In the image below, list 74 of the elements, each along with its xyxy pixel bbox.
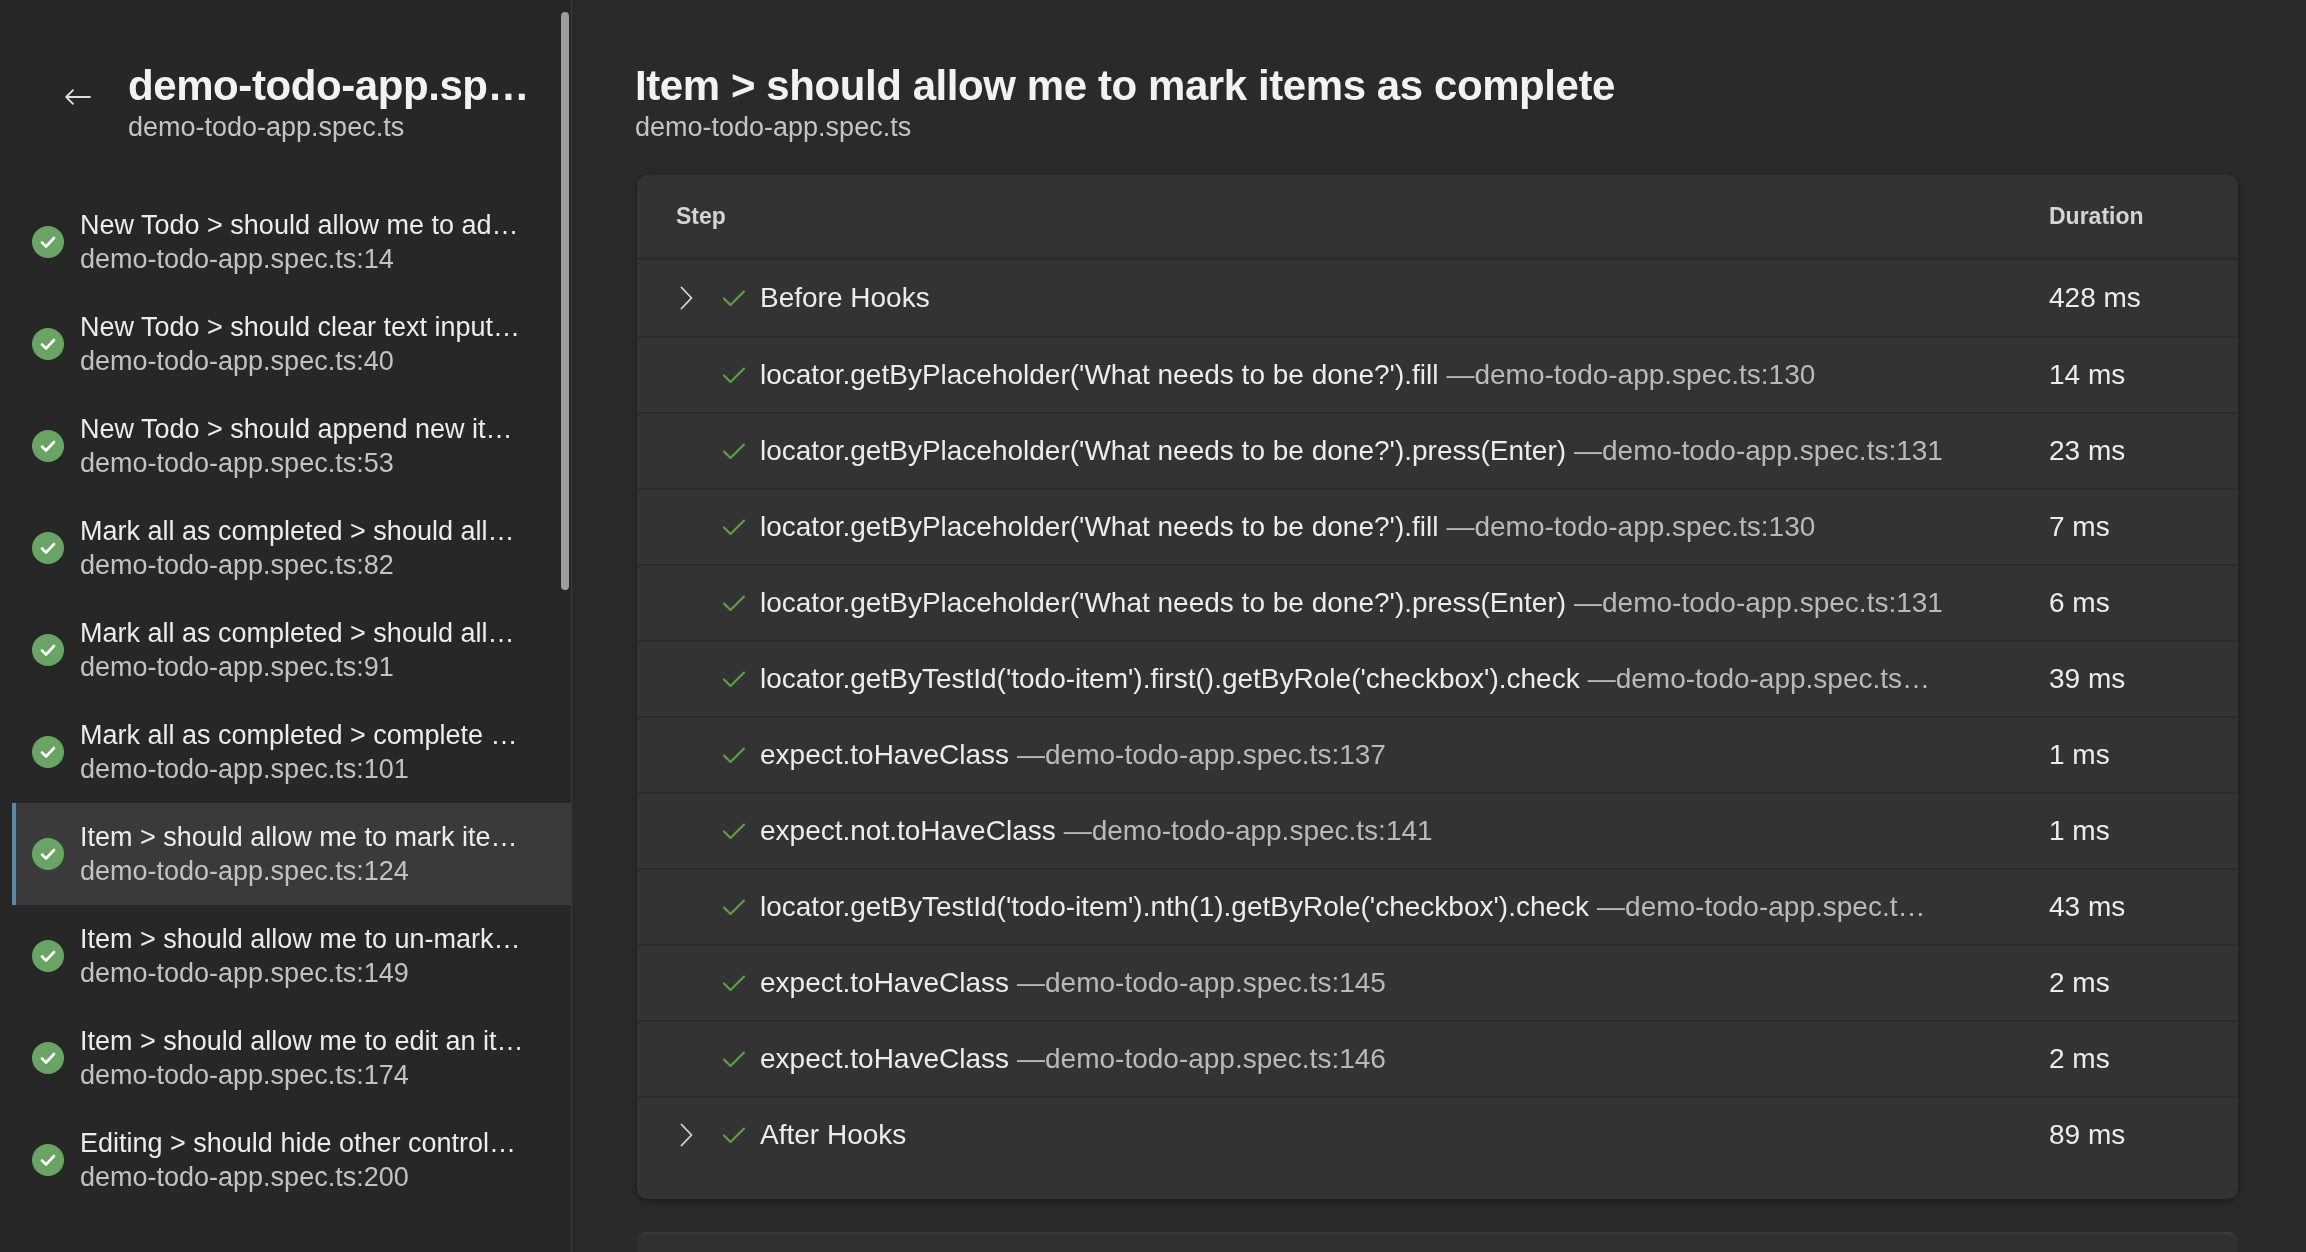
test-location: demo-todo-app.spec.ts:101 bbox=[80, 753, 409, 786]
test-list-item[interactable]: Item > should allow me to un-mark… demo-todo-app.spec.ts:149 bbox=[12, 905, 571, 1007]
duration-value: 1 ms bbox=[2049, 739, 2110, 770]
source-location: —demo-todo-app.spec.ts:137 bbox=[1017, 738, 1386, 772]
step-name: locator.getByPlaceholder('What needs to be done?').fill bbox=[760, 358, 1439, 392]
source-location: —demo-todo-app.spec.ts:130 bbox=[1446, 510, 1816, 544]
test-list-item[interactable]: Mark all as completed > should all… demo-todo-app.spec.ts:91 bbox=[12, 599, 571, 701]
test-name: New Todo > should append new it… bbox=[80, 413, 513, 446]
source-location: —demo-todo-app.spec.t… bbox=[1597, 890, 1926, 924]
chevron-right-icon[interactable] bbox=[680, 286, 693, 310]
source-location: —demo-todo-app.spec.ts:141 bbox=[1063, 814, 1433, 848]
test-location: demo-todo-app.spec.ts:82 bbox=[80, 549, 394, 582]
test-name: Mark all as completed > complete … bbox=[80, 719, 518, 752]
source-location: —demo-todo-app.spec.ts:131 bbox=[1574, 434, 1943, 468]
step-name: locator.getByTestId('todo-item').first().getByRole('checkbox').check bbox=[760, 662, 1580, 696]
duration-value: 2 ms bbox=[2049, 1043, 2110, 1074]
source-location: —demo-todo-app.spec.ts:130 bbox=[1446, 358, 1816, 392]
test-location: demo-todo-app.spec.ts:200 bbox=[80, 1161, 409, 1194]
file-subtitle: demo-todo-app.spec.ts bbox=[128, 111, 406, 144]
test-file-name: demo-todo-app.spec.ts bbox=[635, 111, 913, 144]
step-name: expect.not.toHaveClass bbox=[760, 814, 1056, 848]
test-title: Item > should allow me to mark items as complete bbox=[635, 62, 1616, 110]
test-list-item[interactable]: New Todo > should append new it… demo-todo-app.spec.ts:53 bbox=[12, 395, 571, 497]
step-name: locator.getByPlaceholder('What needs to be done?').fill bbox=[760, 510, 1439, 544]
test-list-item[interactable]: New Todo > should allow me to ad… demo-todo-app.spec.ts:14 bbox=[12, 191, 571, 293]
test-list-item[interactable]: Mark all as completed > complete … demo-todo-app.spec.ts:101 bbox=[12, 701, 571, 803]
test-location: demo-todo-app.spec.ts:149 bbox=[80, 957, 409, 990]
test-location: demo-todo-app.spec.ts:174 bbox=[80, 1059, 409, 1092]
duration-value: 6 ms bbox=[2049, 587, 2110, 618]
test-name: Mark all as completed > should all… bbox=[80, 617, 515, 650]
duration-value: 7 ms bbox=[2049, 511, 2110, 542]
step-name: locator.getByPlaceholder('What needs to be done?').press(Enter) bbox=[760, 434, 1567, 468]
duration-value: 89 ms bbox=[2049, 1119, 2126, 1150]
test-name: New Todo > should clear text input… bbox=[80, 311, 520, 344]
chevron-right-icon[interactable] bbox=[680, 1123, 693, 1147]
column-header: Step bbox=[676, 202, 726, 229]
duration-value: 428 ms bbox=[2049, 282, 2141, 313]
duration-value: 14 ms bbox=[2049, 359, 2126, 390]
test-list-item[interactable]: Item > should allow me to mark ite… demo-todo-app.spec.ts:124 bbox=[12, 803, 571, 905]
test-list-item[interactable]: Item > should allow me to edit an it… demo-todo-app.spec.ts:174 bbox=[12, 1007, 571, 1109]
step-name: locator.getByTestId('todo-item').nth(1).getByRole('checkbox').check bbox=[760, 890, 1590, 924]
test-name: Editing > should hide other control… bbox=[80, 1127, 517, 1160]
test-name: Item > should allow me to mark ite… bbox=[80, 821, 518, 854]
column-header: Duration bbox=[2049, 202, 2144, 229]
scrollbar-thumb[interactable] bbox=[561, 12, 569, 590]
test-name: Item > should allow me to edit an it… bbox=[80, 1025, 524, 1058]
back-arrow-icon[interactable] bbox=[65, 89, 91, 105]
step-name: expect.toHaveClass bbox=[760, 966, 1009, 1000]
step-name: expect.toHaveClass bbox=[760, 1042, 1009, 1076]
test-location: demo-todo-app.spec.ts:124 bbox=[80, 855, 409, 888]
duration-value: 43 ms bbox=[2049, 891, 2126, 922]
source-location: —demo-todo-app.spec.ts:146 bbox=[1017, 1042, 1386, 1076]
duration-value: 1 ms bbox=[2049, 815, 2110, 846]
step-name: locator.getByPlaceholder('What needs to be done?').press(Enter) bbox=[760, 586, 1567, 620]
test-name: Mark all as completed > should all… bbox=[80, 515, 515, 548]
step-name: After Hooks bbox=[760, 1118, 907, 1152]
step-name: Before Hooks bbox=[760, 281, 930, 315]
test-list-item[interactable]: New Todo > should clear text input… demo-todo-app.spec.ts:40 bbox=[12, 293, 571, 395]
duration-value: 23 ms bbox=[2049, 435, 2126, 466]
test-name: New Todo > should allow me to ad… bbox=[80, 209, 519, 242]
test-location: demo-todo-app.spec.ts:91 bbox=[80, 651, 394, 684]
duration-value: 39 ms bbox=[2049, 663, 2126, 694]
source-location: —demo-todo-app.spec.ts:131 bbox=[1574, 586, 1943, 620]
step-name: expect.toHaveClass bbox=[760, 738, 1009, 772]
test-location: demo-todo-app.spec.ts:53 bbox=[80, 447, 394, 480]
test-location: demo-todo-app.spec.ts:40 bbox=[80, 345, 394, 378]
source-location: —demo-todo-app.spec.ts:145 bbox=[1017, 966, 1386, 1000]
test-location: demo-todo-app.spec.ts:14 bbox=[80, 243, 394, 276]
file-title: demo-todo-app.sp… bbox=[128, 62, 530, 110]
test-list-item[interactable]: Editing > should hide other control… demo-todo-app.spec.ts:200 bbox=[12, 1109, 571, 1211]
source-location: —demo-todo-app.spec.ts… bbox=[1587, 662, 1931, 696]
test-list-item[interactable]: Mark all as completed > should all… demo-todo-app.spec.ts:82 bbox=[12, 497, 571, 599]
test-name: Item > should allow me to un-mark… bbox=[80, 923, 521, 956]
duration-value: 2 ms bbox=[2049, 967, 2110, 998]
